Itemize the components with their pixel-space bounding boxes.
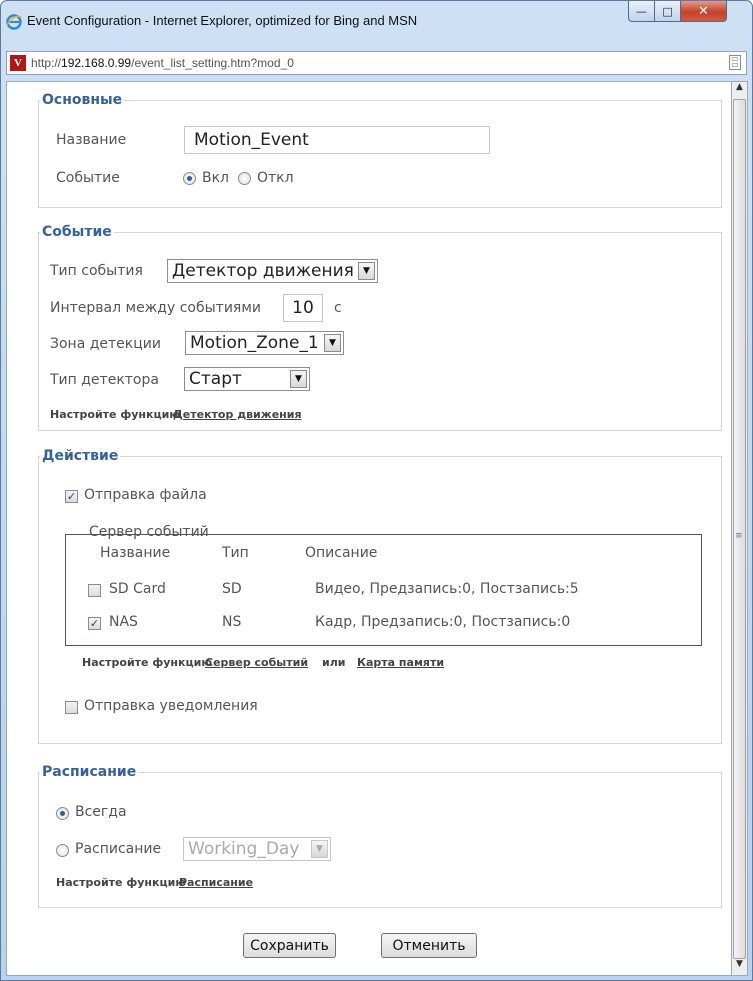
- cancel-button[interactable]: Отменить: [381, 933, 477, 958]
- interval-label: Интервал между событиями: [50, 300, 261, 316]
- page-icon[interactable]: ▭ ▭: [729, 55, 741, 70]
- event-off-label: Откл: [257, 170, 294, 186]
- event-off-radio[interactable]: [238, 172, 251, 185]
- detection-zone-value: Motion_Zone_1: [190, 333, 319, 353]
- title-bar: Event Configuration - Internet Explorer,…: [1, 1, 752, 45]
- row-checkbox-nas[interactable]: ✓: [88, 617, 101, 630]
- event-type-label: Тип события: [50, 263, 143, 279]
- detector-type-value: Старт: [189, 369, 242, 389]
- close-icon: ✕: [698, 3, 709, 19]
- detection-zone-select[interactable]: Motion_Zone_1 ▼: [185, 331, 344, 355]
- action-legend: Действие: [42, 448, 119, 464]
- chevron-down-icon: ▼: [290, 370, 307, 388]
- schedule-section: Расписание Всегда Расписание Working_Day…: [38, 764, 722, 908]
- save-button[interactable]: Сохранить: [243, 933, 336, 958]
- address-bar[interactable]: V http://192.168.0.99/event_list_setting…: [6, 51, 747, 75]
- event-state-label: Событие: [56, 170, 120, 186]
- schedule-custom-radio[interactable]: [56, 844, 69, 857]
- column-header: Описание: [305, 545, 378, 561]
- schedule-select[interactable]: Working_Day ▼: [183, 837, 331, 861]
- site-logo-icon: V: [10, 55, 26, 71]
- configure-label: Настройте функцию: [50, 408, 181, 421]
- zone-label: Зона детекции: [50, 336, 161, 352]
- send-file-label: Отправка файла: [84, 487, 207, 503]
- maximize-icon: □: [662, 4, 673, 18]
- window-title: Event Configuration - Internet Explorer,…: [27, 13, 418, 28]
- event-legend: Событие: [42, 224, 112, 240]
- motion-detector-link[interactable]: Детектор движения: [173, 408, 302, 421]
- row-checkbox-sd-card[interactable]: [88, 584, 101, 597]
- event-type-select[interactable]: Детектор движения ▼: [167, 259, 378, 283]
- name-label: Название: [56, 132, 127, 148]
- detector-type-label: Тип детектора: [50, 372, 159, 388]
- basic-legend: Основные: [42, 92, 123, 108]
- address-url: http://192.168.0.99/event_list_setting.h…: [31, 56, 294, 70]
- table-cell: SD: [222, 581, 242, 597]
- table-cell: SD Card: [109, 581, 166, 597]
- window-controls: — □ ✕: [628, 1, 727, 23]
- schedule-custom-label: Расписание: [75, 841, 162, 857]
- schedule-link[interactable]: Расписание: [179, 876, 253, 889]
- schedule-legend: Расписание: [42, 764, 137, 780]
- event-type-value: Детектор движения: [172, 261, 354, 281]
- chevron-down-icon: ▼: [324, 334, 341, 352]
- chevron-down-icon: ▼: [358, 262, 375, 280]
- action-section: Действие ✓ Отправка файла Сервер событий…: [38, 448, 722, 744]
- schedule-always-radio[interactable]: [56, 807, 69, 820]
- configure-label: Настройте функцию: [82, 656, 213, 669]
- table-cell: Видео, Предзапись:0, Постзапись:5: [315, 581, 579, 597]
- table-cell: NS: [222, 614, 242, 630]
- interval-input[interactable]: 10: [283, 294, 323, 322]
- event-name-input[interactable]: Motion_Event: [184, 126, 490, 154]
- minimize-button[interactable]: —: [628, 1, 655, 22]
- grip-icon: ≡: [735, 531, 743, 541]
- table-cell: Кадр, Предзапись:0, Постзапись:0: [315, 614, 571, 630]
- interval-unit: с: [334, 300, 342, 316]
- send-notification-checkbox[interactable]: [65, 701, 78, 714]
- column-header: Название: [100, 545, 171, 561]
- page-content: Основные Название Motion_Event Событие В…: [6, 81, 731, 976]
- memory-card-link[interactable]: Карта памяти: [357, 656, 444, 669]
- interval-value: 10: [292, 298, 314, 318]
- close-button[interactable]: ✕: [681, 1, 727, 22]
- send-file-checkbox[interactable]: ✓: [65, 490, 78, 503]
- event-on-radio[interactable]: [183, 172, 196, 185]
- event-server-link[interactable]: Сервер событий: [205, 656, 308, 669]
- schedule-value: Working_Day: [188, 839, 300, 859]
- detector-type-select[interactable]: Старт ▼: [184, 367, 310, 391]
- event-server-table: Название Тип Описание SD Card SD Видео, …: [65, 534, 702, 646]
- event-section: Событие Тип события Детектор движения ▼ …: [38, 224, 722, 431]
- event-on-label: Вкл: [202, 170, 230, 186]
- scroll-up-icon[interactable]: ▲: [732, 82, 747, 98]
- configure-label: Настройте функцию: [56, 876, 187, 889]
- minimize-icon: —: [636, 4, 647, 18]
- send-notification-label: Отправка уведомления: [84, 698, 258, 714]
- scroll-down-icon[interactable]: ▼: [732, 959, 747, 975]
- chevron-down-icon: ▼: [311, 840, 328, 858]
- vertical-scrollbar[interactable]: ▲ ≡ ▼: [731, 81, 748, 976]
- column-header: Тип: [222, 545, 249, 561]
- scrollbar-thumb[interactable]: [733, 99, 746, 959]
- table-cell: NAS: [109, 614, 138, 630]
- internet-explorer-icon: [6, 14, 22, 30]
- maximize-button[interactable]: □: [655, 1, 681, 22]
- browser-window: Event Configuration - Internet Explorer,…: [0, 0, 753, 981]
- event-name-value: Motion_Event: [194, 130, 309, 150]
- or-label: или: [322, 656, 346, 669]
- schedule-always-label: Всегда: [75, 804, 127, 820]
- basic-section: Основные Название Motion_Event Событие В…: [38, 92, 722, 208]
